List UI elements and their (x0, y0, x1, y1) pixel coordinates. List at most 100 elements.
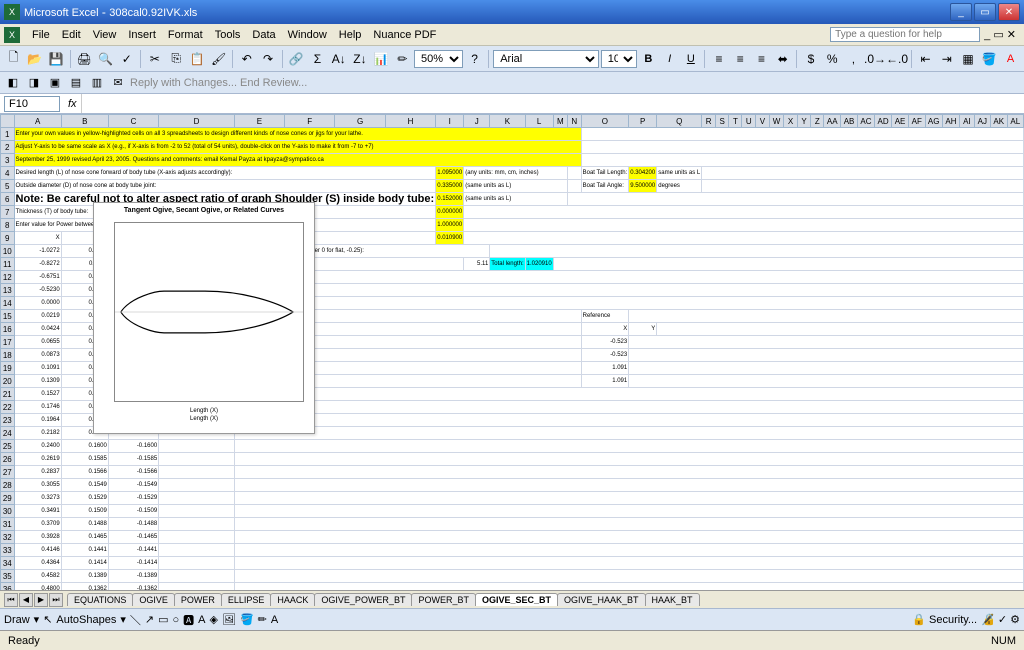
titlebar: X Microsoft Excel - 308cal0.92IVK.xls _ … (0, 0, 1024, 24)
menu-tools[interactable]: Tools (209, 27, 247, 43)
dec-decimal-icon[interactable]: ←.0 (887, 49, 907, 69)
line-icon[interactable]: ＼ (130, 612, 141, 628)
line-color-icon[interactable]: ✏ (258, 613, 267, 626)
worksheet-grid[interactable]: ABCDEFGHIJKLMNOPQRSTUVWXYZAAABACADAEAFAG… (0, 114, 1024, 590)
font-size-select[interactable]: 10 (601, 50, 637, 68)
indent-dec-icon[interactable]: ⇤ (916, 49, 935, 69)
open-icon[interactable]: 📂 (25, 49, 44, 69)
chart-icon[interactable]: 📊 (372, 49, 391, 69)
select-icon[interactable]: ↖ (43, 613, 52, 626)
underline-icon[interactable]: U (681, 49, 700, 69)
tab-ellipse[interactable]: ELLIPSE (221, 593, 272, 606)
fill-color-icon[interactable]: 🪣 (980, 49, 999, 69)
font-name-select[interactable]: Arial (493, 50, 599, 68)
copy-icon[interactable]: ⎘ (167, 49, 186, 69)
review-toolbar: ◧ ◨ ▣ ▤ ▥ ✉ Reply with Changes... End Re… (0, 72, 1024, 94)
cut-icon[interactable]: ✂ (145, 49, 164, 69)
end-review-button[interactable]: End Review... (240, 77, 307, 89)
textbox-icon[interactable]: 🅰 (183, 612, 194, 628)
menu-data[interactable]: Data (246, 27, 281, 43)
tab-prev-icon[interactable]: ◀ (19, 593, 33, 607)
zoom-select[interactable]: 50% (414, 50, 463, 68)
tab-first-icon[interactable]: ⏮ (4, 593, 18, 607)
align-center-icon[interactable]: ≡ (731, 49, 750, 69)
font-color-icon2[interactable]: A (271, 614, 278, 626)
tab-ogive_sec_bt[interactable]: OGIVE_SEC_BT (475, 593, 558, 606)
menu-help[interactable]: Help (333, 27, 368, 43)
menu-insert[interactable]: Insert (122, 27, 162, 43)
menu-edit[interactable]: Edit (56, 27, 87, 43)
minimize-button[interactable]: _ (950, 3, 972, 21)
rev-icon-2[interactable]: ◨ (25, 74, 43, 92)
undo-icon[interactable]: ↶ (237, 49, 256, 69)
align-right-icon[interactable]: ≡ (752, 49, 771, 69)
menu-window[interactable]: Window (282, 27, 333, 43)
maximize-button[interactable]: ▭ (974, 3, 996, 21)
rev-icon-3[interactable]: ▣ (46, 74, 64, 92)
borders-icon[interactable]: ▦ (958, 49, 977, 69)
arrow-icon[interactable]: ↗ (145, 613, 154, 626)
fill-icon[interactable]: 🪣 (240, 613, 254, 626)
autosum-icon[interactable]: Σ (308, 49, 327, 69)
sort-asc-icon[interactable]: A↓ (329, 49, 348, 69)
align-left-icon[interactable]: ≡ (709, 49, 728, 69)
draw-menu[interactable]: Draw (4, 614, 30, 626)
bold-icon[interactable]: B (639, 49, 658, 69)
save-icon[interactable]: 💾 (46, 49, 65, 69)
clipart-icon[interactable]: 🖼 (222, 613, 236, 626)
tab-equations[interactable]: EQUATIONS (67, 593, 133, 606)
formula-input[interactable] (81, 94, 1024, 113)
indent-inc-icon[interactable]: ⇥ (937, 49, 956, 69)
spell-icon[interactable]: ✓ (117, 49, 136, 69)
tab-haack[interactable]: HAACK (270, 593, 315, 606)
menu-view[interactable]: View (87, 27, 123, 43)
fx-icon[interactable]: fx (64, 98, 81, 110)
tab-next-icon[interactable]: ▶ (34, 593, 48, 607)
tab-haak_bt[interactable]: HAAK_BT (645, 593, 700, 606)
reply-changes-button[interactable]: Reply with Changes... (130, 77, 237, 89)
rev-icon-4[interactable]: ▤ (67, 74, 85, 92)
rev-icon-1[interactable]: ◧ (4, 74, 22, 92)
redo-icon[interactable]: ↷ (258, 49, 277, 69)
tab-ogive[interactable]: OGIVE (132, 593, 175, 606)
format-painter-icon[interactable]: 🖌 (209, 49, 228, 69)
oval-icon[interactable]: ○ (173, 614, 180, 626)
close-button[interactable]: ✕ (998, 3, 1020, 21)
rect-icon[interactable]: ▭ (158, 613, 168, 626)
diagram-icon[interactable]: ◈ (210, 613, 218, 626)
tab-ogive_haak_bt[interactable]: OGIVE_HAAK_BT (557, 593, 646, 606)
formula-bar: fx (0, 94, 1024, 114)
help-icon[interactable]: ? (465, 49, 484, 69)
sort-desc-icon[interactable]: Z↓ (350, 49, 369, 69)
chart-xlabel: Length (X) (94, 406, 314, 414)
percent-icon[interactable]: % (823, 49, 842, 69)
hyperlink-icon[interactable]: 🔗 (287, 49, 306, 69)
menu-format[interactable]: Format (162, 27, 209, 43)
wordart-icon[interactable]: A (198, 614, 205, 626)
embedded-chart[interactable]: Tangent Ogive, Secant Ogive, or Related … (93, 202, 315, 434)
tab-power_bt[interactable]: POWER_BT (411, 593, 476, 606)
name-box[interactable] (4, 96, 60, 112)
tab-last-icon[interactable]: ⏭ (49, 593, 63, 607)
status-ready: Ready (8, 635, 40, 647)
italic-icon[interactable]: I (660, 49, 679, 69)
print-icon[interactable]: 🖨 (75, 49, 94, 69)
merge-icon[interactable]: ⬌ (773, 49, 792, 69)
preview-icon[interactable]: 🔍 (96, 49, 115, 69)
tab-ogive_power_bt[interactable]: OGIVE_POWER_BT (314, 593, 412, 606)
autoshapes-menu[interactable]: AutoShapes (56, 614, 116, 626)
new-icon[interactable]: 🗋 (4, 49, 23, 69)
rev-icon-6[interactable]: ✉ (109, 74, 127, 92)
help-search-input[interactable] (830, 27, 980, 42)
currency-icon[interactable]: $ (801, 49, 820, 69)
menu-file[interactable]: File (26, 27, 56, 43)
security-button[interactable]: 🔒 Security... (912, 613, 977, 626)
menu-nuance[interactable]: Nuance PDF (367, 27, 442, 43)
font-color-icon[interactable]: A (1001, 49, 1020, 69)
comma-icon[interactable]: , (844, 49, 863, 69)
paste-icon[interactable]: 📋 (188, 49, 207, 69)
inc-decimal-icon[interactable]: .0→ (865, 49, 885, 69)
rev-icon-5[interactable]: ▥ (88, 74, 106, 92)
tab-power[interactable]: POWER (174, 593, 222, 606)
drawing-icon[interactable]: ✏ (393, 49, 412, 69)
